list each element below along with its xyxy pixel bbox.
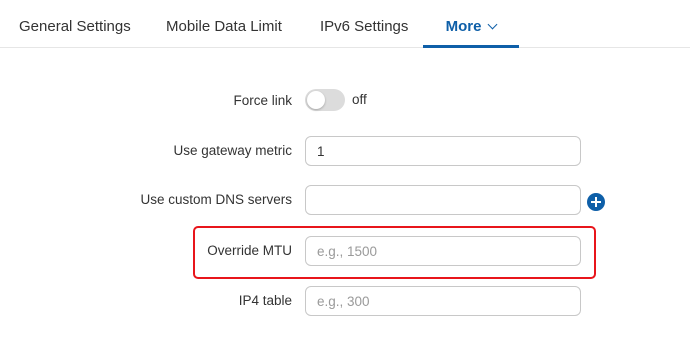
chevron-down-icon — [487, 19, 498, 30]
override-mtu-label: Override MTU — [207, 243, 292, 258]
tab-general-settings[interactable]: General Settings — [19, 0, 131, 48]
tab-more[interactable]: More — [423, 0, 519, 48]
tab-more-label: More — [445, 18, 482, 35]
override-mtu-input[interactable] — [305, 236, 581, 266]
ip4-table-input[interactable] — [305, 286, 581, 316]
tab-bar: General Settings Mobile Data Limit IPv6 … — [0, 0, 690, 48]
gateway-metric-label: Use gateway metric — [173, 143, 292, 158]
plus-circle-icon[interactable] — [587, 193, 605, 211]
force-link-toggle[interactable] — [305, 89, 345, 111]
force-link-label: Force link — [233, 93, 292, 108]
custom-dns-input[interactable] — [305, 185, 581, 215]
tab-mobile-data-limit[interactable]: Mobile Data Limit — [166, 0, 282, 48]
tab-ipv6-settings[interactable]: IPv6 Settings — [320, 0, 408, 48]
toggle-knob — [307, 91, 325, 109]
ip4-table-label: IP4 table — [238, 293, 292, 308]
force-link-state: off — [352, 92, 367, 107]
custom-dns-label: Use custom DNS servers — [140, 192, 292, 207]
gateway-metric-input[interactable] — [305, 136, 581, 166]
